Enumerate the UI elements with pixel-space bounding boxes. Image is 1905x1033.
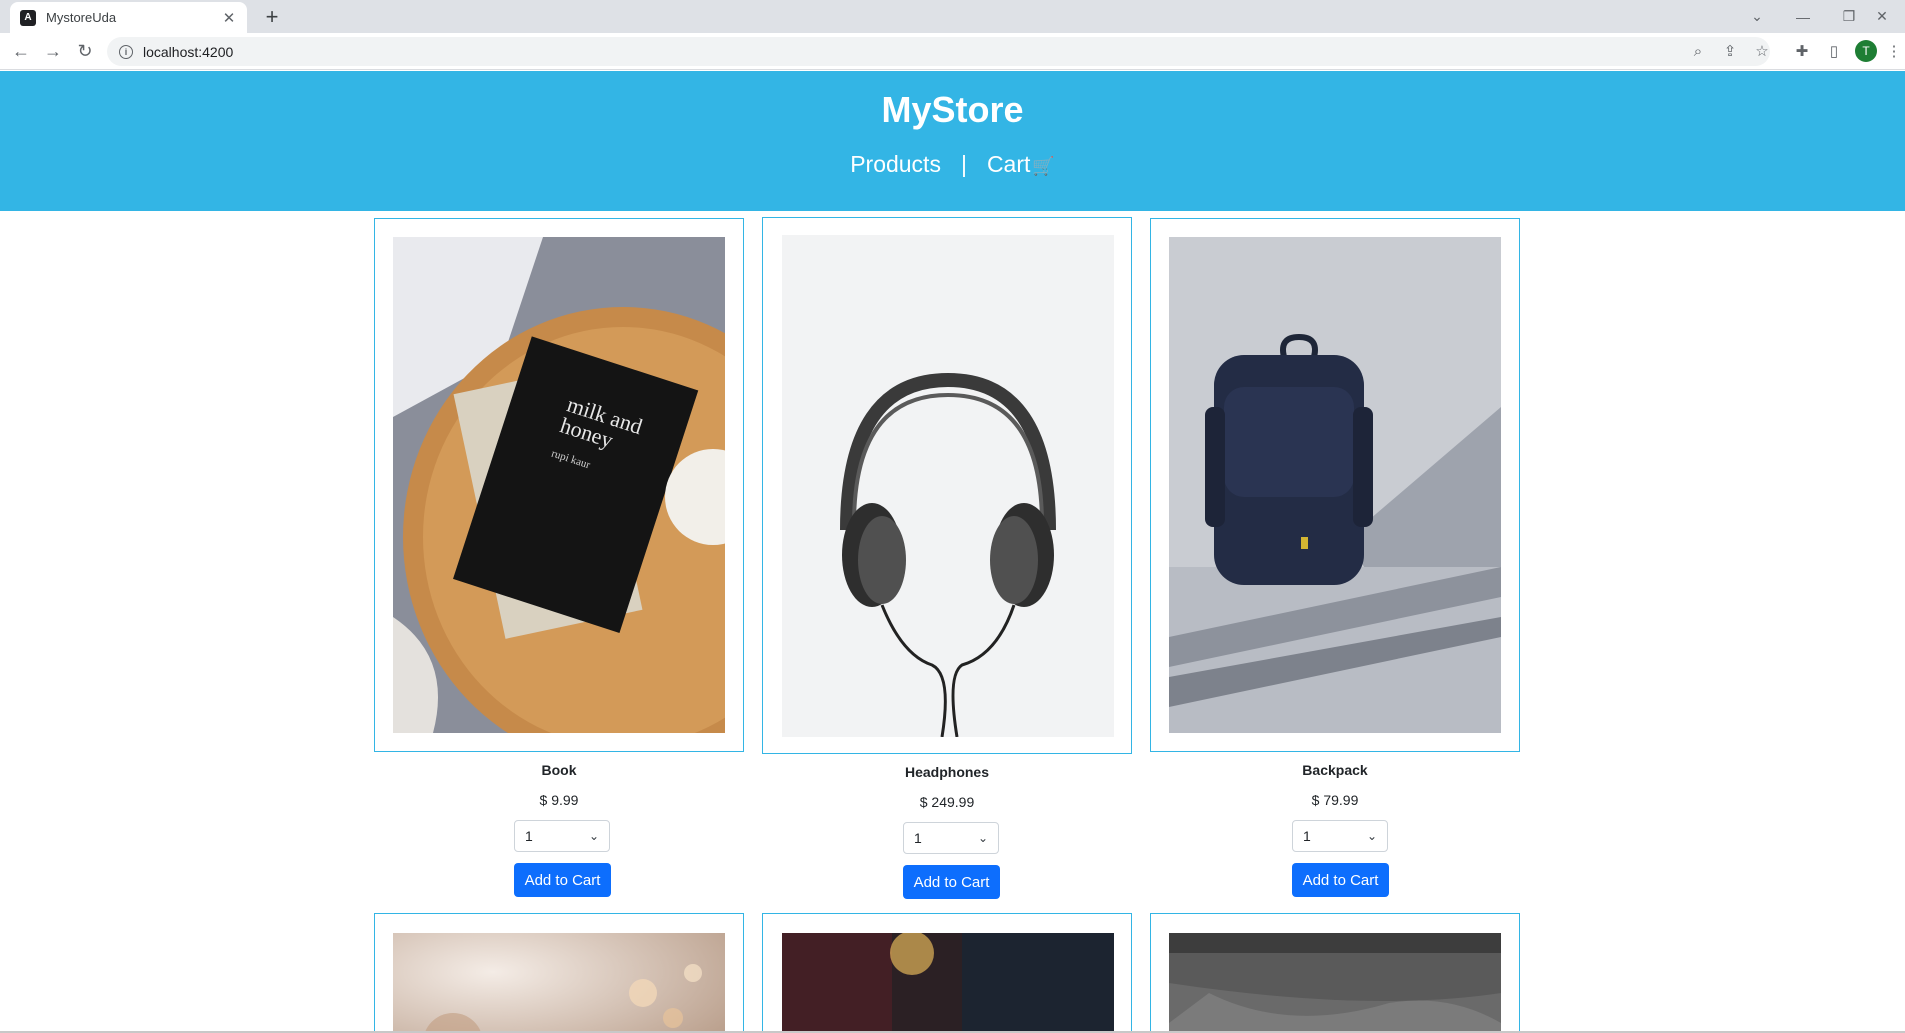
new-tab-icon[interactable]: + (258, 3, 286, 31)
product-card-book: milk and honey rupi kaur (374, 218, 744, 752)
product-name[interactable]: Backpack (1150, 762, 1520, 778)
browser-toolbar: ← → ↻ i localhost:4200 ⌕ ⇪ ☆ ✚ ▯ ⋮ (0, 33, 1905, 70)
product-card (374, 913, 744, 1033)
product-price: $ 249.99 (919, 794, 975, 810)
quantity-value: 1 (525, 828, 533, 844)
product-name[interactable]: Book (374, 762, 744, 778)
product-card-headphones (762, 217, 1132, 754)
tab-close-icon[interactable]: ✕ (221, 9, 237, 27)
tab-search-icon[interactable]: ⌄ (1734, 0, 1780, 33)
add-to-cart-button[interactable]: Add to Cart (1292, 863, 1389, 897)
quantity-select[interactable]: 1 ⌄ (1292, 820, 1388, 852)
back-icon[interactable]: ← (7, 37, 35, 65)
product-card-backpack (1150, 218, 1520, 752)
quantity-select[interactable]: 1 ⌄ (514, 820, 610, 852)
angular-favicon-icon: A (20, 9, 36, 26)
address-bar[interactable]: i localhost:4200 (107, 37, 1770, 66)
product-image[interactable] (1169, 933, 1501, 1033)
extensions-icon[interactable]: ✚ (1788, 37, 1816, 65)
chevron-down-icon: ⌄ (977, 831, 988, 845)
profile-avatar[interactable]: T (1855, 40, 1877, 62)
product-photo-icon (1169, 933, 1501, 1033)
chevron-down-icon: ⌄ (1366, 829, 1377, 843)
nav-separator: | (960, 151, 967, 177)
product-name[interactable]: Headphones (762, 764, 1132, 780)
chevron-down-icon: ⌄ (588, 829, 599, 843)
reload-icon[interactable]: ↻ (71, 37, 99, 65)
quantity-value: 1 (1303, 828, 1311, 844)
site-info-icon[interactable]: i (119, 44, 133, 59)
close-window-icon[interactable]: ✕ (1859, 0, 1905, 33)
product-card (1150, 913, 1520, 1033)
forward-icon[interactable]: → (39, 37, 67, 65)
nav-products-link[interactable]: Products (850, 151, 941, 178)
cart-icon: 🛒 (1032, 156, 1055, 176)
backpack-photo-icon (1169, 237, 1501, 733)
share-icon[interactable]: ⇪ (1716, 37, 1744, 65)
product-image[interactable] (393, 933, 725, 1033)
browser-tabstrip: A MystoreUda ✕ + ⌄ — ❐ ✕ (0, 0, 1905, 33)
product-photo-icon (782, 933, 1114, 1033)
product-image-book[interactable]: milk and honey rupi kaur (393, 237, 725, 733)
side-panel-icon[interactable]: ▯ (1820, 37, 1848, 65)
nav-cart-link[interactable]: Cart 🛒 (987, 151, 1055, 178)
main-nav: Products | Cart 🛒 (0, 151, 1905, 178)
product-photo-icon (393, 933, 725, 1033)
product-card (762, 913, 1132, 1033)
product-image[interactable] (782, 933, 1114, 1033)
quantity-select[interactable]: 1 ⌄ (903, 822, 999, 854)
app-header: MyStore Products | Cart 🛒 (0, 71, 1905, 211)
book-photo-icon: milk and honey rupi kaur (393, 237, 725, 733)
product-price: $ 79.99 (1311, 792, 1359, 808)
menu-icon[interactable]: ⋮ (1880, 37, 1905, 65)
store-brand: MyStore (881, 89, 1024, 130)
minimize-icon[interactable]: — (1780, 0, 1826, 33)
browser-tab[interactable]: A MystoreUda ✕ (10, 2, 247, 33)
bookmark-star-icon[interactable]: ☆ (1748, 37, 1776, 65)
nav-cart-label: Cart (986, 151, 1031, 177)
product-price: $ 9.99 (539, 792, 579, 808)
address-url: localhost:4200 (143, 43, 234, 60)
product-image-headphones[interactable] (782, 235, 1114, 737)
zoom-icon[interactable]: ⌕ (1684, 37, 1712, 65)
quantity-value: 1 (914, 830, 922, 846)
headphones-photo-icon (782, 235, 1114, 737)
product-image-backpack[interactable] (1169, 237, 1501, 733)
add-to-cart-button[interactable]: Add to Cart (903, 865, 1000, 899)
tab-title: MystoreUda (46, 10, 117, 25)
add-to-cart-button[interactable]: Add to Cart (514, 863, 611, 897)
